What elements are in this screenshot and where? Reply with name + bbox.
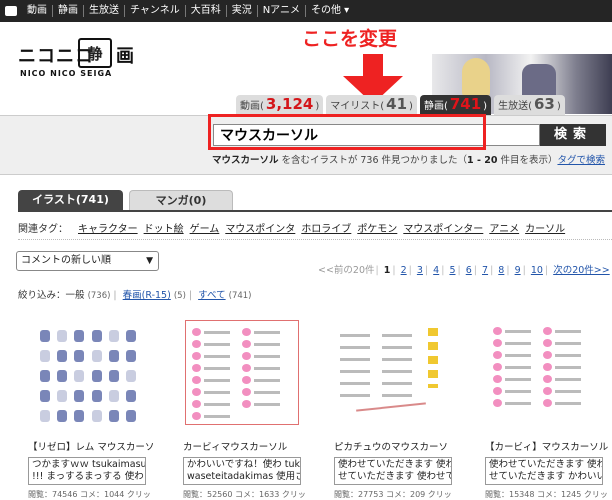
top-nav-bar: 動画 静画 生放送 チャンネル 大百科 実況 Nアニメ その他 ▾ [0,0,612,22]
service-tabs: 動画(3,124) マイリスト(41) 静画(741) 生放送(63) [236,95,568,115]
pager-page[interactable]: 2 [401,265,407,276]
illust-card[interactable]: 【カービィ】マウスカーソル 使わせていただきます 使わ せていただきます かわい… [485,320,608,500]
related-tags: 関連タグ： キャラクター ドット絵 ゲーム マウスポインタ ホロライブ ポケモン… [18,220,571,235]
illust-description: かわいいですね！使わ tuka waseteitadakimas 使用さ [183,457,301,485]
illust-thumbnail[interactable] [336,320,450,425]
tag-link[interactable]: アニメ [489,220,519,235]
tab-count: 3,124 [265,95,314,113]
illust-stats: 閲覧：15348 コメ：1245 クリッ [485,490,608,499]
search-button[interactable]: 検索 [540,124,606,146]
illust-title[interactable]: 【リゼロ】レム マウスカーソ [28,439,154,453]
tag-link[interactable]: ドット絵 [144,220,184,235]
pager-next[interactable]: 次の20件>> [553,265,610,276]
nav-item-nanime[interactable]: Nアニメ [258,5,306,17]
filter-spring-link[interactable]: 春画(R-15) [123,290,171,301]
illust-title[interactable]: ピカチュウのマウスカーソ [334,439,452,453]
nav-item-douga[interactable]: 動画 [22,5,53,17]
illust-stats: 閲覧：27753 コメ：209 クリッ [334,490,452,499]
illust-description: つかますｗｗ tsukaimasu !!! まっするまっする 使わ [28,457,146,485]
illust-title[interactable]: カービィマウスカーソル [183,439,301,453]
tag-link[interactable]: ゲーム [190,220,220,235]
illust-thumbnail[interactable] [185,320,299,425]
filter-bar: 絞り込み：一般 (736) | 春画(R-15) (5) | すべて (741) [18,290,252,301]
pager-page[interactable]: 6 [466,265,472,276]
pager-page[interactable]: 9 [515,265,521,276]
pager-page-current: 1 [383,265,391,276]
tag-link[interactable]: キャラクター [78,220,138,235]
chevron-down-icon: ▼ [146,256,153,266]
nav-item-dic[interactable]: 大百科 [186,5,227,17]
tag-link[interactable]: マウスポインタ [225,220,295,235]
pager-prev: <<前の20件 [318,265,375,276]
tag-link[interactable]: ホロライブ [301,220,351,235]
tv-icon[interactable] [0,0,22,22]
tab-underline [18,210,612,212]
pager-page[interactable]: 4 [433,265,439,276]
logo-subtitle: NICO NICO SEIGA [20,69,113,78]
banner-figure [462,58,490,98]
nav-item-live[interactable]: 生放送 [84,5,125,17]
illust-description: 使わせていただきます 使わ せていただきます 使わせて [334,457,452,485]
tag-search-link[interactable]: タグで検索 [557,155,605,166]
illust-card[interactable]: カービィマウスカーソル かわいいですね！使わ tuka waseteitadak… [183,320,306,500]
nav-item-channel[interactable]: チャンネル [125,5,186,17]
pager-page[interactable]: 5 [449,265,455,276]
pager-page[interactable]: 10 [531,265,543,276]
filter-general-count: (736) [87,291,111,301]
filter-all-count: (741) [228,291,252,301]
illust-title[interactable]: 【カービィ】マウスカーソル [485,439,608,453]
tag-link[interactable]: カーソル [525,220,565,235]
tab-count: 741 [449,95,482,113]
filter-label: 絞り込み： [18,290,66,301]
logo-text-sei: 静 [78,38,112,68]
nav-item-more[interactable]: その他 ▾ [306,5,354,17]
related-tags-label: 関連タグ： [18,224,68,235]
tab-mylist[interactable]: マイリスト(41) [326,95,417,115]
illust-thumbnail[interactable] [30,320,144,425]
sort-selected: コメントの新しい順 [21,255,111,266]
tab-seiga[interactable]: 静画(741) [419,95,492,115]
pager-page[interactable]: 7 [482,265,488,276]
tab-illust[interactable]: イラスト(741) [18,190,123,210]
filter-all-link[interactable]: すべて [198,290,225,301]
filter-spring-count: (5) [173,291,186,301]
illust-card[interactable]: ピカチュウのマウスカーソ 使わせていただきます 使わ せていただきます 使わせて… [334,320,452,500]
tab-count: 63 [533,95,555,113]
site-logo[interactable]: ニコニコ 静 画 NICO NICO SEIGA [18,38,148,84]
tab-manga[interactable]: マンガ(0) [129,190,233,210]
illust-thumbnail[interactable] [487,320,601,425]
tag-link[interactable]: マウスポインター [403,220,483,235]
tab-douga[interactable]: 動画(3,124) [236,95,324,115]
result-summary: マウスカーソル を含むイラストが 736 件見つかりました（1 - 20 件目を… [212,155,605,166]
logo-text-ga: 画 [116,46,134,67]
tag-link[interactable]: ポケモン [357,220,397,235]
illust-description: 使わせていただきます 使わ せていただきます かわいい [485,457,603,485]
tab-live[interactable]: 生放送(63) [494,95,565,115]
annotation-highlight-box [208,114,486,150]
pagination: <<前の20件| 1 | 2 | 3 | 4 | 5 | 6 | 7 | 8 | 9 | 10 | … [318,265,610,276]
nav-item-jikkyo[interactable]: 実況 [227,5,258,17]
illust-stats: 閲覧：74546 コメ：1044 クリッ [28,490,151,499]
sort-select[interactable]: コメントの新しい順 ▼ [16,251,159,271]
content-tabs: イラスト(741) マンガ(0) [18,190,239,210]
pager-page[interactable]: 3 [417,265,423,276]
illust-card[interactable]: 【リゼロ】レム マウスカーソ つかますｗｗ tsukaimasu !!! まっす… [28,320,154,500]
pager-page[interactable]: 8 [498,265,504,276]
filter-general: 一般 [65,290,85,301]
nav-item-seiga[interactable]: 静画 [53,5,84,17]
divider [18,239,612,240]
annotation-text: ここを変更 [302,28,398,50]
tab-count: 41 [386,95,408,113]
illust-stats: 閲覧：52560 コメ：1633 クリッ [183,490,306,499]
